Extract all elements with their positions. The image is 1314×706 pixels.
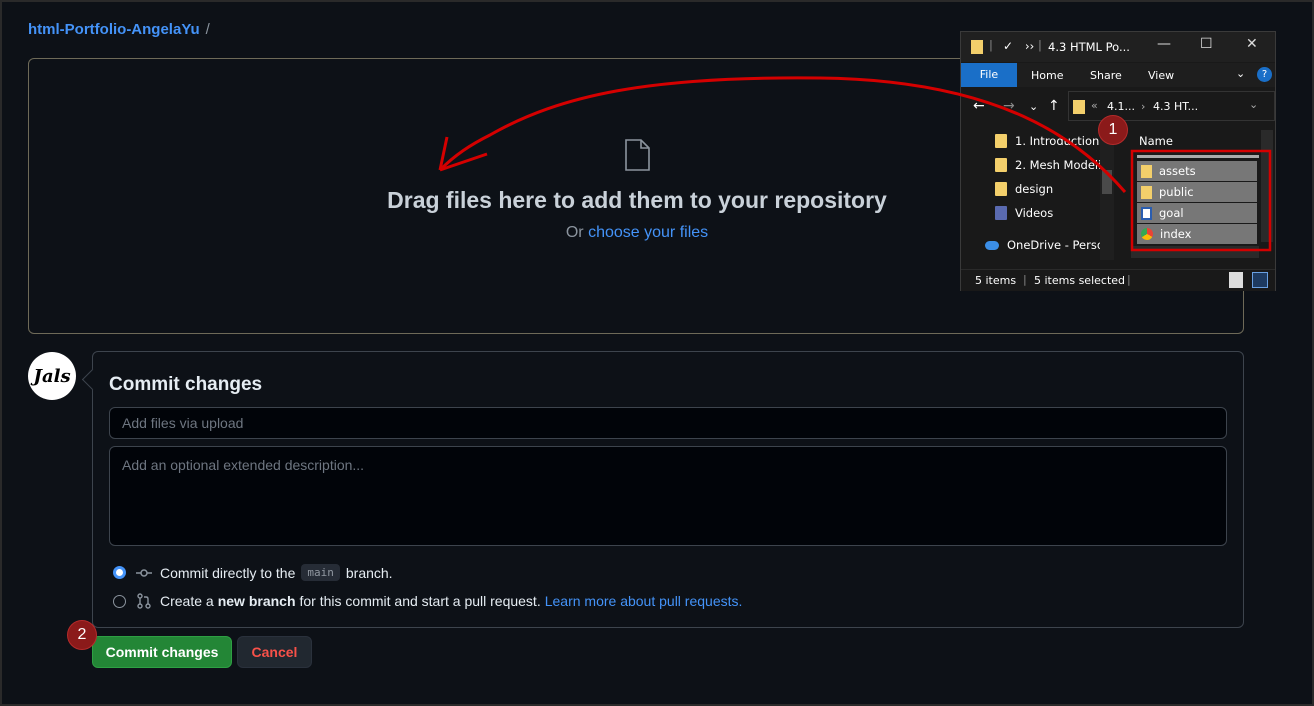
help-icon[interactable]: ? [1257,67,1272,82]
file-row[interactable]: goal [1137,203,1257,223]
file-row[interactable]: index [1137,224,1257,244]
close-icon[interactable]: ✕ [1246,36,1258,52]
commit-direct-option[interactable]: Commit directly to the main branch. [113,564,393,581]
repo-link[interactable]: html-Portfolio-AngelaYu [28,21,200,38]
choose-files-link[interactable]: choose your files [588,224,708,241]
sidebar-item[interactable]: design [995,182,1053,196]
address-crumb-2[interactable]: 4.3 HT... [1153,100,1198,113]
status-item-count: 5 items [975,274,1017,287]
cancel-button[interactable]: Cancel [237,636,312,668]
forward-arrow-icon[interactable]: → [1003,98,1015,114]
explorer-status-bar: 5 items | 5 items selected | [961,269,1275,291]
breadcrumb-separator: / [205,21,210,38]
explorer-titlebar[interactable]: | ✓ ›› | 4.3 HTML Po... — ☐ ✕ [961,32,1275,62]
large-icons-view-icon[interactable] [1252,272,1268,288]
recent-chevron-icon[interactable]: ⌄ [1029,100,1038,113]
maximize-icon[interactable]: ☐ [1200,36,1213,52]
folder-icon [1141,164,1152,178]
step-badge-1: 1 [1098,115,1128,145]
cloud-icon [985,240,999,250]
divider-icon: | [989,38,993,52]
new-branch-option[interactable]: Create a new branch for this commit and … [113,593,742,609]
details-view-icon[interactable] [1229,272,1243,288]
ribbon-tab-share[interactable]: Share [1090,69,1122,82]
chevron-down-icon[interactable]: ⌄ [1249,98,1258,111]
sidebar-item-label: 1. Introduction t [1015,134,1108,148]
file-name: index [1160,227,1192,241]
new-branch-radio[interactable] [113,594,126,608]
dropzone-or: Or [565,224,584,241]
chevron-right-icon: › [1141,100,1146,113]
commit-description-input[interactable] [109,446,1227,546]
properties-icon[interactable]: ✓ [1003,39,1013,53]
ribbon-tab-file[interactable]: File [961,63,1017,87]
list-scrollbar[interactable] [1261,130,1273,242]
commit-panel: Commit changes Commit directly to the ma… [92,351,1244,628]
file-row[interactable]: assets [1137,161,1257,181]
commit-changes-button[interactable]: Commit changes [92,636,232,668]
status-divider: | [1023,273,1027,286]
branch-name-pill: main [301,564,340,581]
explorer-ribbon: File Home Share View ⌄ ? [961,63,1275,87]
git-commit-icon [136,568,152,577]
address-bar[interactable]: « 4.1... › 4.3 HT... ⌄ [1068,91,1275,121]
folder-icon [995,134,1007,148]
new-branch-middle: for this commit and start a pull request… [299,593,541,609]
sidebar-item-label: Videos [1015,206,1054,220]
folder-icon [995,158,1007,172]
learn-more-link[interactable]: Learn more about pull requests. [545,593,743,609]
up-arrow-icon[interactable]: ↑ [1048,98,1060,114]
new-branch-prefix: Create a [160,593,214,609]
folder-icon [1073,100,1085,114]
file-name: goal [1159,206,1184,220]
file-row[interactable]: public [1137,182,1257,202]
folder-icon [971,40,983,54]
sidebar-item[interactable]: 1. Introduction t [995,134,1107,148]
file-icon [625,139,650,171]
commit-title: Commit changes [109,374,263,395]
sidebar-item-label: design [1015,182,1054,196]
status-selected: 5 items selected [1034,274,1126,287]
status-divider: | [1127,273,1131,286]
header-divider [1137,155,1259,158]
divider-icon: | [1038,38,1042,52]
sidebar-item-label: 2. Mesh Modelin [1015,158,1109,172]
commit-direct-suffix: branch. [345,564,393,581]
breadcrumb: html-Portfolio-AngelaYu / [28,21,210,38]
folder-icon [995,182,1007,196]
file-name: assets [1159,164,1196,178]
sidebar-item[interactable]: 2. Mesh Modelin [995,158,1109,172]
overflow-icon[interactable]: ›› [1025,39,1034,53]
avatar[interactable]: Jals [28,352,76,400]
git-pull-request-icon [137,593,151,609]
new-branch-bold: new branch [217,593,296,609]
sidebar-item[interactable]: OneDrive - Persor [985,238,1109,252]
list-horizontal-scrollbar[interactable] [1131,246,1259,258]
explorer-sidebar: 1. Introduction t 2. Mesh Modelin design… [961,125,1121,262]
commit-direct-prefix: Commit directly to the [160,564,296,581]
column-header-name[interactable]: Name [1139,134,1173,148]
explorer-file-list: Name assets public goal index [1131,125,1275,262]
step-badge-2: 2 [67,620,97,650]
commit-summary-input[interactable] [109,407,1227,439]
back-arrow-icon[interactable]: ← [973,98,985,114]
sidebar-scrollbar[interactable] [1100,130,1114,260]
ribbon-tab-home[interactable]: Home [1031,69,1063,82]
chrome-icon [1141,228,1153,240]
minimize-icon[interactable]: — [1157,36,1171,52]
file-name: public [1159,185,1194,199]
file-explorer-window[interactable]: | ✓ ›› | 4.3 HTML Po... — ☐ ✕ File Home … [960,31,1276,291]
commit-direct-radio[interactable] [113,566,126,579]
sidebar-item[interactable]: Videos [995,206,1053,220]
chevron-down-icon[interactable]: ⌄ [1236,67,1245,80]
ribbon-tab-view[interactable]: View [1148,69,1174,82]
folder-icon [1141,185,1152,199]
overflow-icon[interactable]: « [1091,99,1098,112]
videos-icon [995,206,1007,220]
scrollbar-thumb[interactable] [1102,170,1112,194]
explorer-title: 4.3 HTML Po... [1048,40,1130,54]
sidebar-item-label: OneDrive - Persor [1007,238,1109,252]
address-crumb-1[interactable]: 4.1... [1107,100,1135,113]
document-icon [1141,206,1152,220]
